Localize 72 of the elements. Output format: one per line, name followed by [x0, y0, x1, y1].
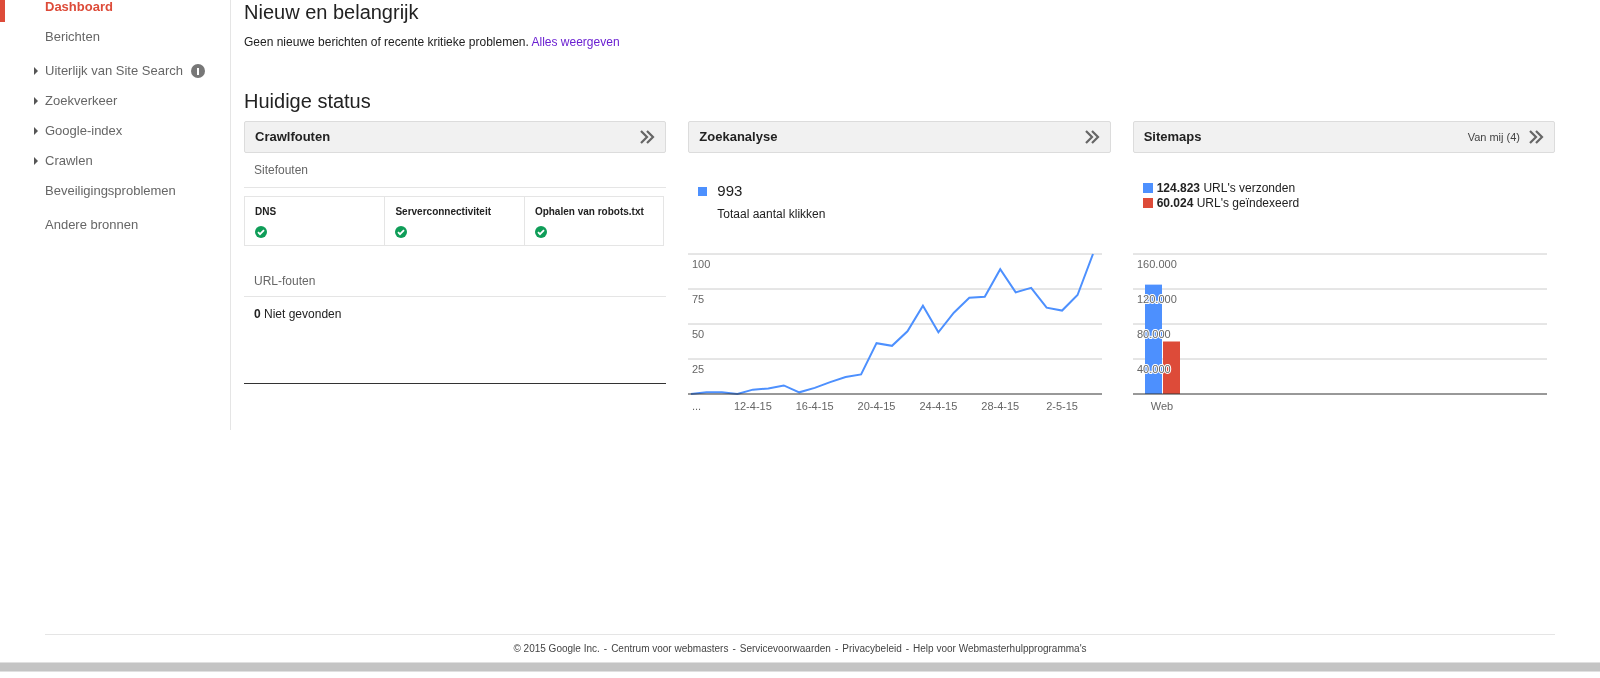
y-axis-label: 100: [692, 258, 711, 270]
total-clicks: 993: [717, 181, 743, 201]
error-type: Ophalen van robots.txt: [534, 205, 645, 219]
sidebar-label: Dashboard: [45, 0, 113, 17]
card-title: Zoekanalyse: [699, 128, 779, 147]
error-type: DNS: [255, 205, 278, 219]
legend-swatch: [698, 186, 708, 196]
legend-label: 124.823 URL's verzonden: [1156, 179, 1296, 197]
legend-swatch: [1142, 182, 1153, 193]
error-type: Serverconnectiviteit: [395, 205, 493, 219]
sidebar-item[interactable]: Uiterlijk van Site Search: [0, 56, 230, 86]
double-chevron-icon[interactable]: [639, 130, 656, 144]
legend-label: 60.024 URL's geïndexeerd: [1156, 194, 1300, 212]
sidebar-label: Crawlen: [45, 152, 93, 171]
filter-label[interactable]: Van mij (4): [1467, 128, 1520, 146]
expand-arrow-icon[interactable]: [34, 127, 38, 135]
separator-text: -: [732, 642, 736, 656]
x-axis-label: 20-4-15: [857, 400, 896, 412]
x-axis-label: ...: [692, 400, 702, 412]
url-error-count: 0 Niet gevonden: [253, 306, 343, 323]
legend-swatch: [1142, 197, 1153, 208]
expand-arrow-icon[interactable]: [34, 67, 38, 75]
card-header[interactable]: Zoekanalyse: [688, 121, 1111, 153]
expand-arrow-icon[interactable]: [34, 97, 38, 105]
card-title: Crawlfouten: [255, 128, 332, 147]
footer-link[interactable]: Servicevoorwaarden: [739, 641, 831, 656]
horizontal-scrollbar[interactable]: [0, 662, 1600, 672]
separator-text: -: [905, 642, 910, 656]
y-axis-label: 160.000: [1136, 258, 1177, 270]
footer-link[interactable]: Privacybeleid: [842, 641, 902, 656]
sidebar-label: Uiterlijk van Site Search: [45, 62, 183, 81]
separator-text: -: [834, 642, 839, 656]
sidebar-label: Andere bronnen: [45, 216, 139, 235]
x-axis-label: 12-4-15: [734, 400, 773, 412]
info-icon[interactable]: [191, 64, 205, 78]
sidebar-label: Berichten: [45, 28, 100, 47]
y-axis-label: 25: [692, 363, 705, 375]
sidebar-label: Google-index: [45, 122, 123, 141]
sidebar-item[interactable]: Beveiligingsproblemen: [0, 176, 230, 206]
card-header[interactable]: Crawlfouten: [244, 121, 667, 153]
x-axis-label: 2-5-15: [1046, 400, 1079, 412]
sidebar-label: Zoekverkeer: [45, 92, 118, 111]
card-header[interactable]: Sitemaps Van mij (4): [1132, 121, 1555, 153]
sidebar-item[interactable]: Google-index: [0, 116, 230, 146]
sidebar-label: Beveiligingsproblemen: [45, 182, 176, 201]
show-all-link[interactable]: Alles weergeven: [531, 35, 620, 49]
news-message: Geen nieuwe berichten of recente kritieke problemen. Alles weergeven: [244, 34, 621, 51]
subheading: Sitefouten: [244, 153, 667, 188]
copyright-text: © 2015 Google Inc.: [513, 642, 600, 656]
x-axis-label: 28-4-15: [981, 400, 1020, 412]
sidebar-item[interactable]: Crawlen: [0, 146, 230, 176]
expand-arrow-icon[interactable]: [34, 157, 38, 165]
footer-link[interactable]: Centrum voor webmasters: [611, 641, 729, 656]
y-axis-label: 75: [692, 293, 705, 305]
y-axis-label: 50: [692, 328, 705, 340]
selection-indicator: [0, 0, 5, 22]
sidebar-item[interactable]: Dashboard: [0, 0, 230, 22]
separator-text: -: [603, 642, 608, 656]
sidebar-item[interactable]: Andere bronnen: [0, 210, 230, 240]
sidebar-item[interactable]: Berichten: [0, 22, 230, 52]
section-heading: Huidige status: [244, 89, 372, 113]
x-axis-label: Web: [1150, 400, 1173, 412]
sidebar-item[interactable]: Zoekverkeer: [0, 86, 230, 116]
legend-label: Totaal aantal klikken: [717, 205, 827, 223]
card-title: Sitemaps: [1143, 128, 1203, 147]
footer-link[interactable]: Help voor Webmasterhulpprogramma's: [913, 641, 1087, 656]
x-axis-label: 24-4-15: [919, 400, 958, 412]
double-chevron-icon[interactable]: [1528, 130, 1544, 144]
x-axis-label: 16-4-15: [796, 400, 834, 412]
double-chevron-icon[interactable]: [1083, 130, 1100, 144]
section-heading: Nieuw en belangrijk: [244, 0, 420, 24]
subheading: URL-fouten: [244, 246, 667, 297]
